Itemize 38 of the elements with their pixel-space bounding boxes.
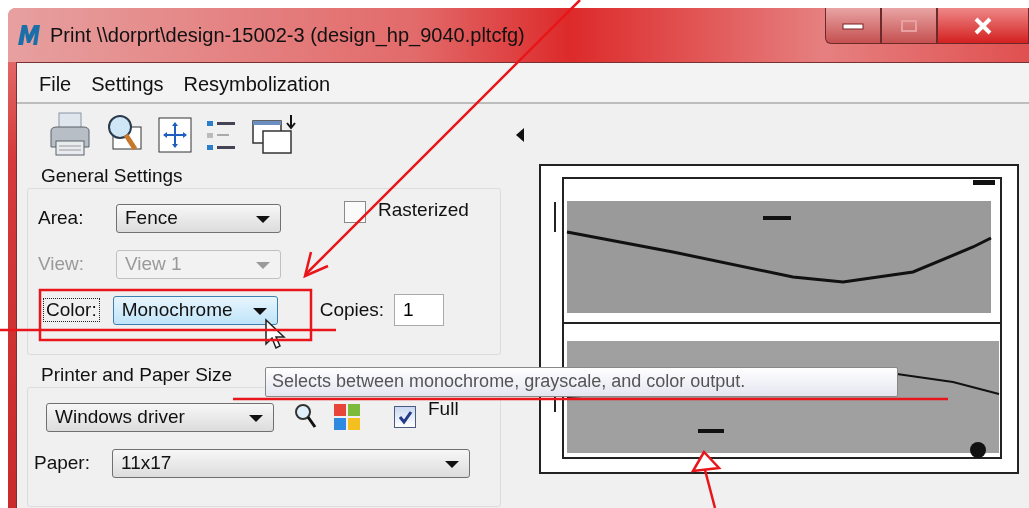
move-icon[interactable] (157, 116, 193, 154)
group-title: General Settings (41, 164, 183, 188)
caret-icon (256, 261, 270, 269)
tooltip: Selects between monochrome, grayscale, and color output. (265, 367, 898, 397)
field-label: Paper: (34, 452, 91, 474)
field-label: Color: (44, 299, 99, 321)
copies-input[interactable]: 1 (394, 294, 445, 326)
app-logo-icon (16, 23, 42, 47)
rasterized-checkbox[interactable] (344, 201, 366, 223)
mouse-cursor-icon (264, 318, 286, 350)
close-button[interactable] (937, 8, 1029, 44)
paper-dropdown[interactable]: 11x17 (112, 448, 470, 478)
caret-icon (445, 460, 459, 468)
full-checkbox[interactable] (394, 406, 416, 428)
minimize-icon (839, 20, 867, 31)
checkbox-label: Rasterized (378, 199, 469, 221)
area-dropdown[interactable]: Fence (116, 203, 281, 233)
checkbox-label: Full (428, 398, 459, 420)
windows-flag-icon[interactable] (332, 402, 362, 432)
menu-item[interactable]: File (39, 73, 72, 96)
maximize-button[interactable] (881, 8, 937, 44)
field-label: Copies: (319, 299, 385, 321)
field-label: View: (38, 253, 86, 275)
color-dropdown[interactable]: Monochrome (112, 295, 278, 325)
printer-icon[interactable] (47, 111, 93, 159)
minimize-button[interactable] (825, 8, 881, 44)
printer-driver-dropdown[interactable]: Windows driver (46, 402, 274, 432)
menu-item[interactable]: Resymbolization (183, 73, 331, 96)
group-title: Printer and Paper Size (41, 363, 233, 387)
windows-stack-icon[interactable] (251, 113, 299, 157)
caret-icon (256, 215, 270, 223)
close-icon (972, 16, 994, 35)
window-title: Print \\dorprt\design-15002-3 (design_hp_9040.pltcfg) (50, 23, 525, 47)
menu-item[interactable]: Settings (91, 73, 164, 96)
field-label: Area: (38, 207, 85, 229)
collapse-arrow-icon[interactable] (515, 127, 525, 143)
maximize-icon (899, 18, 919, 33)
caret-icon (249, 414, 263, 422)
